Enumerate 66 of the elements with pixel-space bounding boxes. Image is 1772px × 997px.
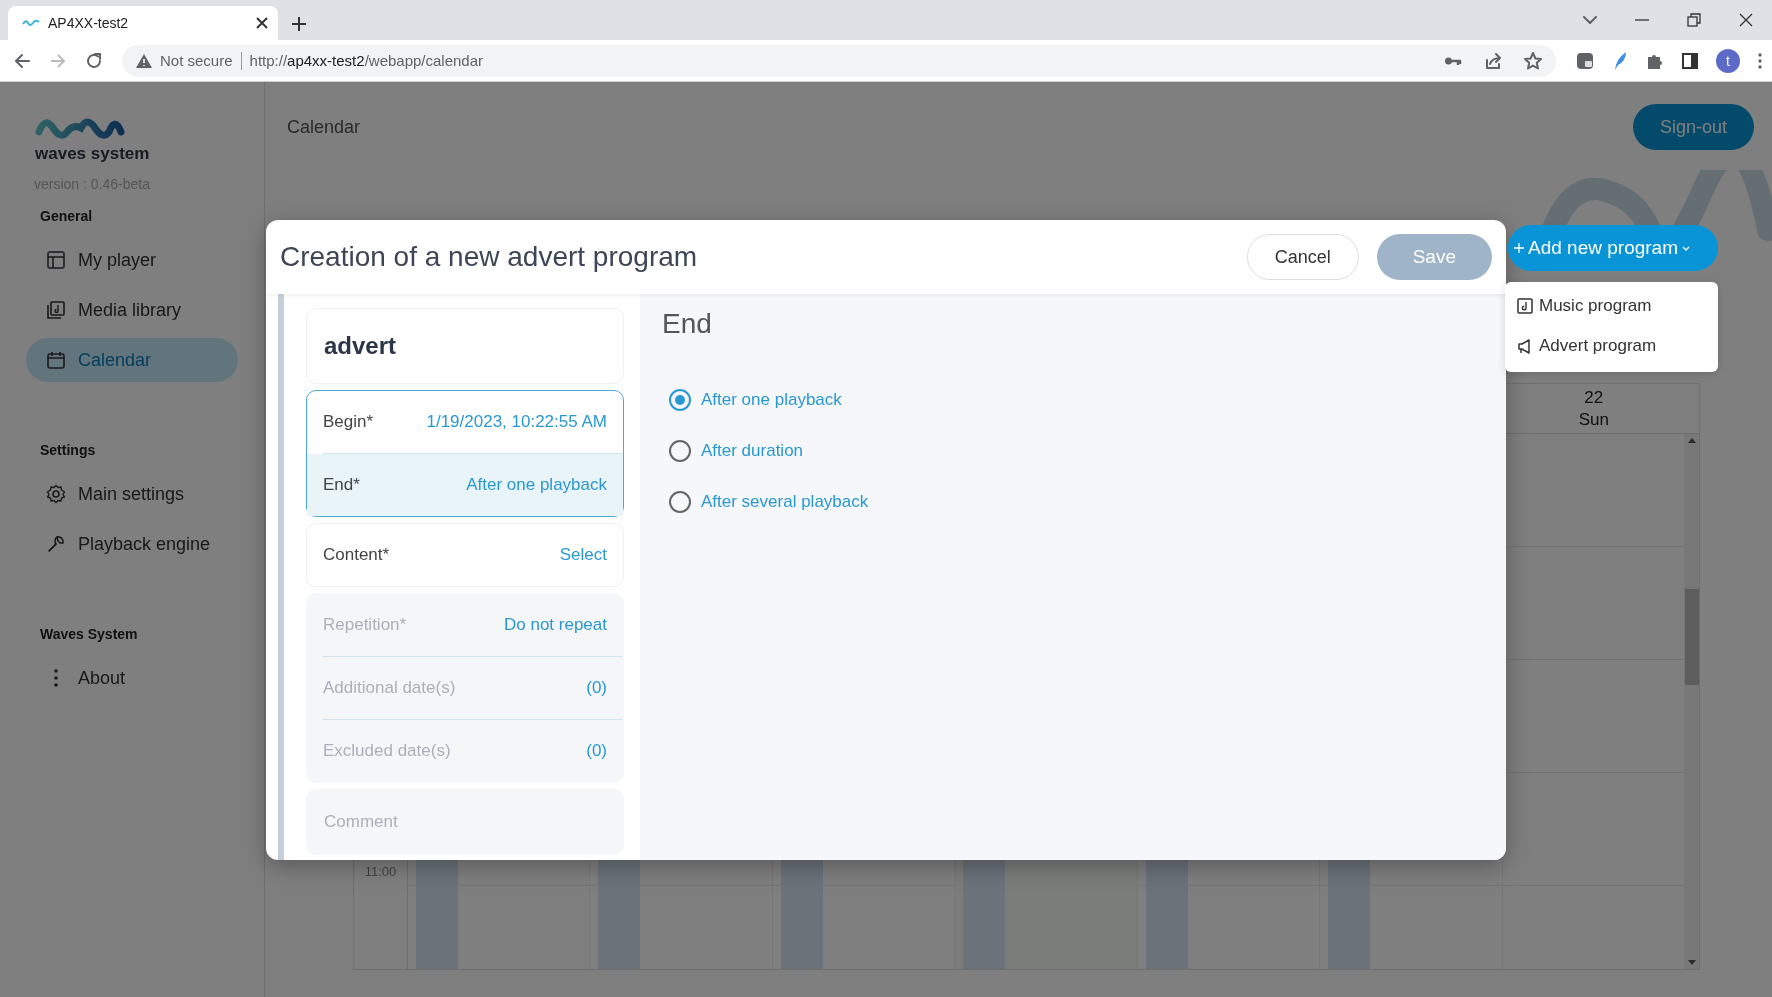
- section-heading: Settings: [39, 442, 97, 458]
- option-label[interactable]: After duration: [701, 440, 804, 461]
- sign-out-button[interactable]: Sign-out: [1632, 104, 1754, 150]
- section-heading: General: [39, 208, 94, 224]
- profile-avatar[interactable]: t: [1716, 48, 1740, 73]
- scroll-up-icon: [1688, 438, 1696, 443]
- media-library-icon: [46, 300, 66, 320]
- scrollbar[interactable]: [1685, 434, 1699, 969]
- scroll-thumb[interactable]: [1685, 589, 1699, 685]
- nav-item[interactable]: About: [26, 656, 238, 700]
- nav-item[interactable]: My player: [26, 238, 238, 282]
- section-title: End: [662, 308, 713, 340]
- cancel-button[interactable]: Cancel: [1246, 234, 1359, 280]
- more-icon: [54, 668, 58, 688]
- comment-field[interactable]: Comment: [306, 789, 624, 855]
- brand-name: waves system: [35, 144, 150, 164]
- menu-item[interactable]: Music program: [1517, 296, 1718, 316]
- security-label[interactable]: Not secure: [160, 52, 233, 69]
- menu-item[interactable]: Advert program: [1517, 336, 1718, 356]
- wrench-icon: [46, 534, 66, 554]
- caret-icon: [1682, 245, 1690, 251]
- add-program-button[interactable]: Add new program: [1508, 225, 1718, 271]
- layout-icon: [46, 250, 66, 270]
- radio-button[interactable]: [669, 490, 691, 513]
- reload-icon[interactable]: [86, 52, 102, 69]
- key-icon[interactable]: [1444, 55, 1462, 66]
- nav-item[interactable]: Media library: [26, 288, 238, 332]
- nav-item[interactable]: Playback engine: [26, 522, 238, 566]
- back-icon[interactable]: [14, 52, 30, 69]
- megaphone-icon: [1517, 338, 1533, 354]
- feather-icon[interactable]: [1612, 50, 1628, 71]
- restore-icon[interactable]: [1687, 13, 1701, 27]
- nav-item[interactable]: Main settings: [26, 472, 238, 516]
- scrollbar[interactable]: [278, 294, 284, 860]
- settings-icon: [46, 484, 66, 504]
- url-text[interactable]: http://ap4xx-test2/webapp/calendar: [249, 52, 484, 69]
- field-row[interactable]: End* After one playback: [307, 454, 623, 516]
- field-row[interactable]: Content* Select: [323, 524, 623, 586]
- option-label[interactable]: After several playback: [701, 491, 869, 512]
- radio-button[interactable]: [669, 439, 691, 462]
- wave-icon: [22, 19, 40, 27]
- day-number: 22: [1584, 387, 1604, 409]
- warning-icon: [136, 53, 152, 68]
- side-panel-icon[interactable]: [1682, 52, 1698, 69]
- program-name: advert: [306, 308, 624, 384]
- dialog-title: Creation of a new advert program: [280, 241, 699, 273]
- music-note-icon: [1517, 298, 1533, 314]
- section-heading: Waves System: [39, 626, 139, 642]
- close-icon[interactable]: [1739, 13, 1753, 27]
- scroll-down-icon: [1688, 960, 1696, 965]
- radio-button[interactable]: [669, 388, 691, 411]
- browser-tab[interactable]: AP4XX-test2: [8, 6, 278, 40]
- weekday: Sun: [1578, 408, 1609, 430]
- nav-item[interactable]: Calendar: [26, 338, 238, 382]
- page-title: Calendar: [287, 116, 361, 138]
- plus-icon: [1514, 243, 1525, 253]
- calendar-icon: [46, 350, 66, 370]
- share-icon[interactable]: [1484, 52, 1502, 69]
- extension-icon[interactable]: [1576, 51, 1594, 70]
- new-tab-icon[interactable]: [292, 17, 306, 31]
- chevron-down-icon[interactable]: [1583, 16, 1597, 24]
- menu-icon[interactable]: [1758, 52, 1762, 69]
- time-label: 11:00: [364, 864, 397, 879]
- star-icon[interactable]: [1524, 51, 1542, 70]
- option-label[interactable]: After one playback: [701, 389, 842, 410]
- close-icon[interactable]: [256, 17, 268, 29]
